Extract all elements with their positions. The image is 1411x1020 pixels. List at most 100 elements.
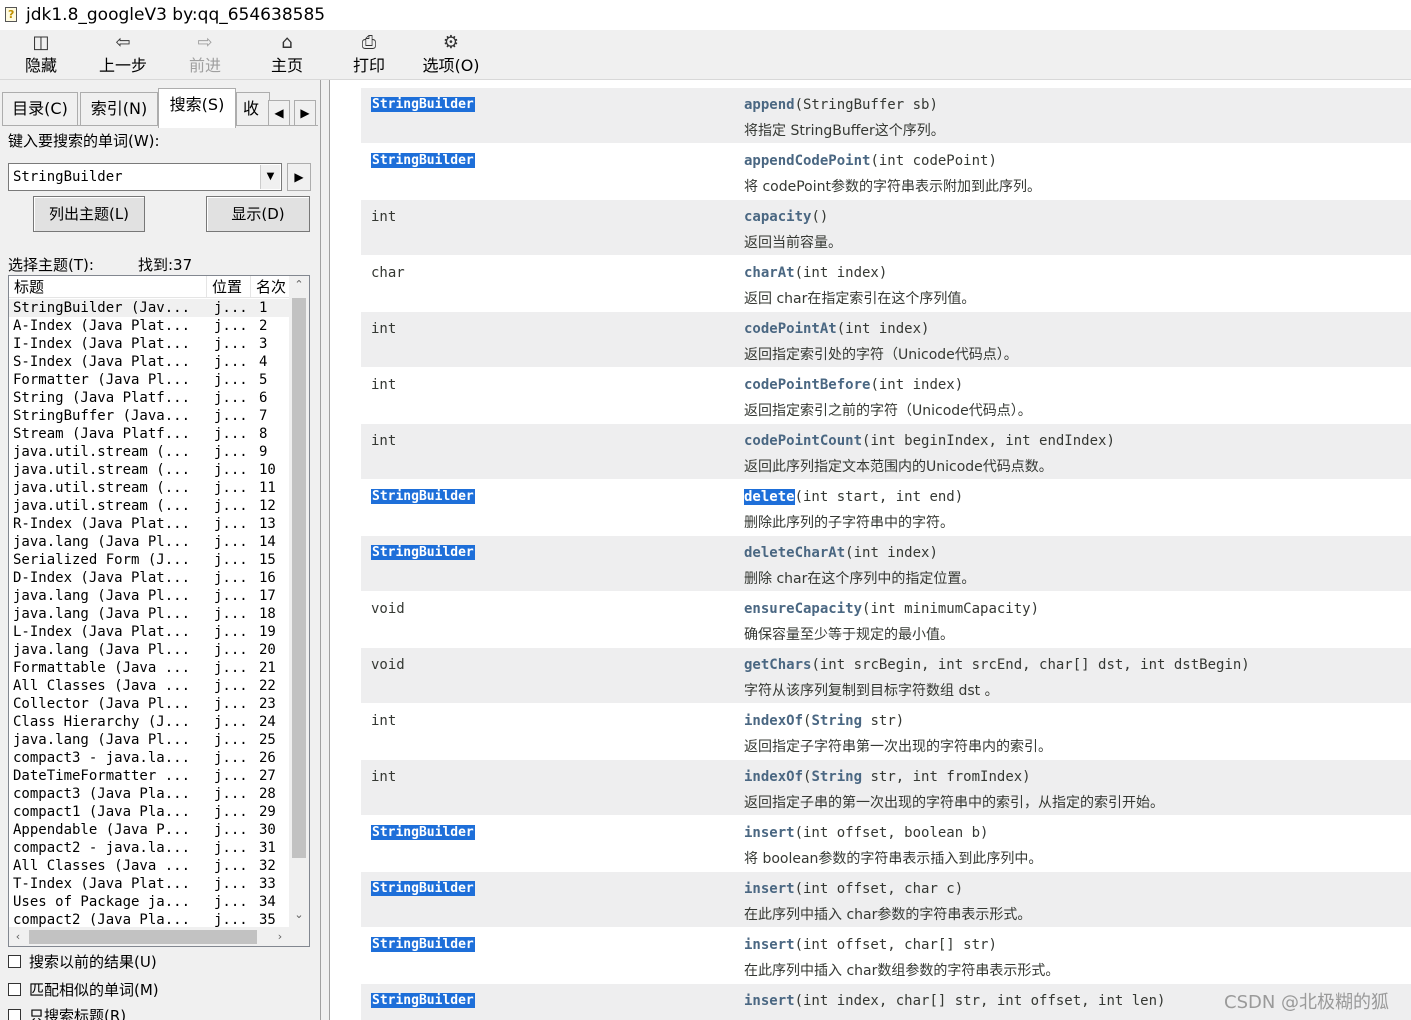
method-link[interactable]: indexOf	[744, 769, 803, 785]
result-location: j...	[214, 516, 248, 532]
forward-button[interactable]: ⇨ 前进	[164, 30, 246, 80]
return-type[interactable]: StringBuilder	[371, 97, 475, 112]
column-title[interactable]: 标题	[9, 276, 207, 298]
method-link[interactable]: insert	[744, 881, 795, 897]
list-item[interactable]: compact2 (Java Pla... j... 35	[9, 911, 289, 927]
list-item[interactable]: L-Index (Java Plat... j... 19	[9, 623, 289, 641]
list-item[interactable]: compact2 - java.la... j... 31	[9, 839, 289, 857]
list-item[interactable]: Collector (Java Pl... j... 23	[9, 695, 289, 713]
list-item[interactable]: Uses of Package ja... j... 34	[9, 893, 289, 911]
display-button[interactable]: 显示(D)	[206, 196, 310, 232]
list-item[interactable]: Serialized Form (J... j... 15	[9, 551, 289, 569]
list-item[interactable]: compact1 (Java Pla... j... 29	[9, 803, 289, 821]
search-previous-checkbox[interactable]: 搜索以前的结果(U)	[8, 952, 157, 972]
pane-splitter[interactable]	[320, 80, 330, 1020]
method-link[interactable]: insert	[744, 825, 795, 841]
tab-favorites[interactable]: 收藏	[236, 92, 270, 126]
options-button[interactable]: ⚙ 选项(O)	[410, 30, 492, 80]
method-link[interactable]: charAt	[744, 265, 795, 281]
list-item[interactable]: Stream (Java Platf... j... 8	[9, 425, 289, 443]
results-vertical-scrollbar[interactable]: ⌃ ⌄	[289, 276, 309, 927]
method-link[interactable]: getChars	[744, 657, 811, 673]
method-link[interactable]: indexOf	[744, 713, 803, 729]
back-button[interactable]: ⇦ 上一步	[82, 30, 164, 80]
search-history-dropdown[interactable]: ▼	[260, 165, 280, 189]
return-type[interactable]: StringBuilder	[371, 545, 475, 560]
list-item[interactable]: All Classes (Java ... j... 22	[9, 677, 289, 695]
list-item[interactable]: All Classes (Java ... j... 32	[9, 857, 289, 875]
results-horizontal-scrollbar[interactable]: ‹ ›	[9, 927, 309, 946]
method-link[interactable]: ensureCapacity	[744, 601, 862, 617]
search-input[interactable]: StringBuilder	[8, 163, 282, 191]
list-item[interactable]: StringBuilder (Jav... j... 1	[9, 299, 289, 317]
scroll-thumb[interactable]	[29, 930, 257, 944]
return-type[interactable]: StringBuilder	[371, 489, 475, 504]
method-link[interactable]: codePointBefore	[744, 377, 870, 393]
method-link[interactable]: codePointAt	[744, 321, 837, 337]
tab-scroll-right-button[interactable]: ▶	[294, 100, 316, 126]
checkbox-icon	[8, 983, 21, 996]
list-item[interactable]: T-Index (Java Plat... j... 33	[9, 875, 289, 893]
return-type[interactable]: StringBuilder	[371, 153, 475, 168]
return-type[interactable]: StringBuilder	[371, 825, 475, 840]
list-item[interactable]: R-Index (Java Plat... j... 13	[9, 515, 289, 533]
found-count: 找到:37	[138, 256, 193, 274]
list-item[interactable]: java.util.stream (... j... 9	[9, 443, 289, 461]
tab-contents[interactable]: 目录(C)	[2, 92, 78, 126]
list-item[interactable]: java.lang (Java Pl... j... 14	[9, 533, 289, 551]
tab-search[interactable]: 搜索(S)	[158, 88, 236, 128]
list-item[interactable]: java.lang (Java Pl... j... 25	[9, 731, 289, 749]
param-type-link[interactable]: String	[811, 769, 862, 785]
list-item[interactable]: compact3 (Java Pla... j... 28	[9, 785, 289, 803]
method-row: int indexOf(String str, int fromIndex) 返回指…	[361, 760, 1411, 816]
method-link[interactable]: insert	[744, 993, 795, 1009]
method-link[interactable]: deleteCharAt	[744, 545, 845, 561]
return-type[interactable]: StringBuilder	[371, 881, 475, 896]
scroll-down-icon[interactable]: ⌄	[289, 906, 309, 924]
list-item[interactable]: java.lang (Java Pl... j... 20	[9, 641, 289, 659]
list-item[interactable]: I-Index (Java Plat... j... 3	[9, 335, 289, 353]
return-type[interactable]: StringBuilder	[371, 993, 475, 1008]
search-go-button[interactable]: ▶	[287, 163, 311, 191]
scroll-left-icon[interactable]: ‹	[9, 927, 27, 946]
list-item[interactable]: D-Index (Java Plat... j... 16	[9, 569, 289, 587]
scroll-right-icon[interactable]: ›	[271, 927, 289, 946]
hide-button[interactable]: ◫ 隐藏	[0, 30, 82, 80]
list-item[interactable]: A-Index (Java Plat... j... 2	[9, 317, 289, 335]
return-type[interactable]: StringBuilder	[371, 937, 475, 952]
method-link[interactable]: append	[744, 97, 795, 113]
method-link[interactable]: appendCodePoint	[744, 153, 870, 169]
print-button[interactable]: ⎙ 打印	[328, 30, 410, 80]
list-item[interactable]: Formatter (Java Pl... j... 5	[9, 371, 289, 389]
home-button[interactable]: ⌂ 主页	[246, 30, 328, 80]
list-item[interactable]: Formattable (Java ... j... 21	[9, 659, 289, 677]
list-item[interactable]: DateTimeFormatter ... j... 27	[9, 767, 289, 785]
list-item[interactable]: Class Hierarchy (J... j... 24	[9, 713, 289, 731]
list-item[interactable]: java.lang (Java Pl... j... 17	[9, 587, 289, 605]
list-item[interactable]: java.util.stream (... j... 10	[9, 461, 289, 479]
list-item[interactable]: java.util.stream (... j... 12	[9, 497, 289, 515]
list-item[interactable]: S-Index (Java Plat... j... 4	[9, 353, 289, 371]
list-item[interactable]: java.util.stream (... j... 11	[9, 479, 289, 497]
list-item[interactable]: Appendable (Java P... j... 30	[9, 821, 289, 839]
list-topics-button[interactable]: 列出主题(L)	[33, 196, 145, 232]
method-link[interactable]: codePointCount	[744, 433, 862, 449]
list-item[interactable]: String (Java Platf... j... 6	[9, 389, 289, 407]
column-location[interactable]: 位置	[207, 276, 251, 298]
result-location: j...	[214, 552, 248, 568]
method-link[interactable]: delete	[744, 489, 795, 505]
column-rank[interactable]: 名次	[251, 276, 291, 298]
tab-index[interactable]: 索引(N)	[80, 92, 158, 126]
scroll-thumb[interactable]	[292, 298, 306, 858]
match-similar-checkbox[interactable]: 匹配相似的单词(M)	[8, 980, 159, 1000]
tab-scroll-left-button[interactable]: ◀	[268, 100, 290, 126]
scroll-up-icon[interactable]: ⌃	[289, 276, 309, 294]
list-item[interactable]: java.lang (Java Pl... j... 18	[9, 605, 289, 623]
titles-only-checkbox[interactable]: 只搜索标题(R)	[8, 1006, 126, 1020]
list-item[interactable]: StringBuffer (Java... j... 7	[9, 407, 289, 425]
param-type-link[interactable]: String	[811, 713, 862, 729]
method-link[interactable]: insert	[744, 937, 795, 953]
method-link[interactable]: capacity	[744, 209, 811, 225]
list-item[interactable]: compact3 - java.la... j... 26	[9, 749, 289, 767]
method-row: StringBuilder delete(int start, int end) 删…	[361, 480, 1411, 536]
